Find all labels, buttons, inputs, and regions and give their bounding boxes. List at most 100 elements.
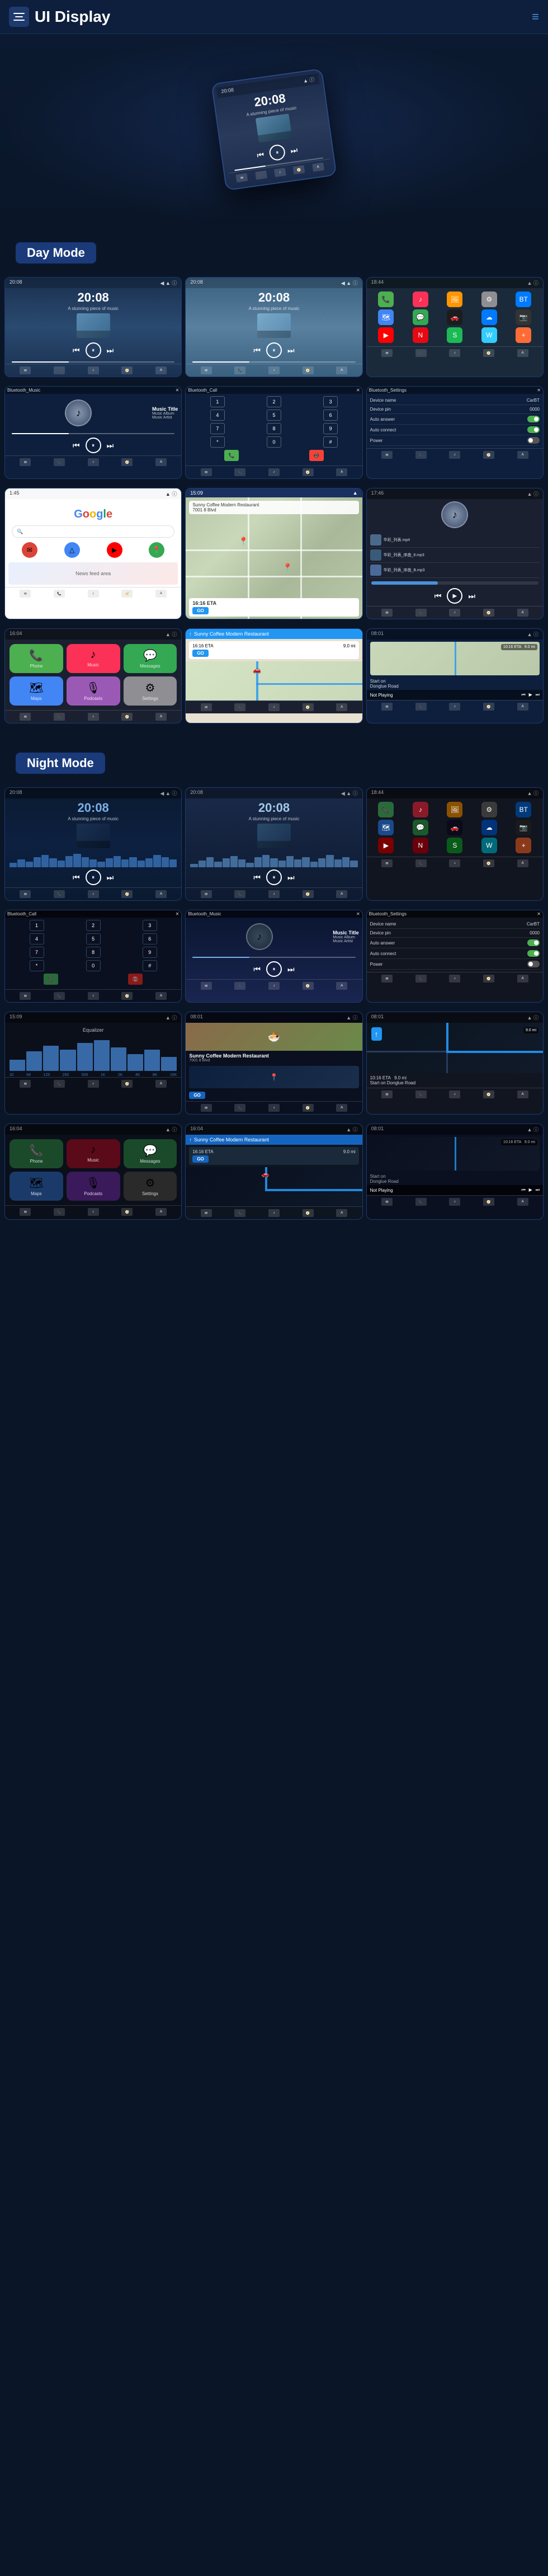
dbc-1[interactable]: 1 <box>210 396 225 407</box>
dbm-play[interactable]: ⏸ <box>86 438 101 453</box>
menu-icon[interactable] <box>9 7 29 27</box>
dg-search-bar[interactable]: 🔍 <box>12 525 174 538</box>
na-bt[interactable]: BT <box>516 802 531 817</box>
na-photos[interactable]: 🖼 <box>447 802 462 817</box>
dbc-5[interactable]: 5 <box>267 410 281 421</box>
nbc-hash[interactable]: # <box>143 960 157 971</box>
dbc-3[interactable]: 3 <box>323 396 338 407</box>
da-app-music[interactable]: ♪ <box>413 292 428 307</box>
ncp-messages[interactable]: 💬 Messages <box>124 1139 177 1168</box>
da-app-settings[interactable]: ⚙ <box>481 292 497 307</box>
dbs-ac-toggle[interactable] <box>527 426 540 433</box>
nbc-3[interactable]: 3 <box>143 920 157 931</box>
nnt-go[interactable]: GO <box>192 1155 208 1163</box>
nbc-call[interactable]: 📞 <box>44 974 58 985</box>
dnp-play[interactable]: ▶ <box>529 692 532 698</box>
dg-maps[interactable]: 📍 <box>149 542 164 558</box>
ncp-maps[interactable]: 🗺 Maps <box>10 1172 63 1201</box>
da-app-youtube[interactable]: ▶ <box>378 327 394 343</box>
nbc-8[interactable]: 8 <box>86 947 101 958</box>
na-camera[interactable]: 📷 <box>516 820 531 835</box>
nbc-9[interactable]: 9 <box>143 947 157 958</box>
da-app-weather[interactable]: ☁ <box>481 309 497 325</box>
na-maps[interactable]: 🗺 <box>378 820 394 835</box>
dbc-call[interactable]: 📞 <box>224 450 239 461</box>
ncp-settings[interactable]: ⚙ Settings <box>124 1172 177 1201</box>
da-app-photos[interactable]: 🖼 <box>447 292 462 307</box>
nbc-5[interactable]: 5 <box>86 933 101 944</box>
nbc-4[interactable]: 4 <box>30 933 44 944</box>
nf-go[interactable]: GO <box>189 1092 205 1099</box>
nbs-power-toggle[interactable] <box>527 961 540 967</box>
dcp-music[interactable]: ♪ Music <box>67 644 120 673</box>
dbs-aa-toggle[interactable] <box>527 416 540 422</box>
wave-bar <box>114 856 121 867</box>
na-netflix[interactable]: N <box>413 838 428 853</box>
nm1-play[interactable]: ⏸ <box>86 869 101 885</box>
dbc-8[interactable]: 8 <box>267 423 281 434</box>
da-app-extra[interactable]: + <box>516 327 531 343</box>
dbc-hash[interactable]: # <box>323 436 338 448</box>
nbc-1[interactable]: 1 <box>30 920 44 931</box>
dbc-2[interactable]: 2 <box>267 396 281 407</box>
da-app-netflix[interactable]: N <box>413 327 428 343</box>
dbc-0[interactable]: 0 <box>267 436 281 448</box>
ncp-podcasts[interactable]: 🎙 Podcasts <box>67 1172 120 1201</box>
dbc-6[interactable]: 6 <box>323 410 338 421</box>
nbc-7[interactable]: 7 <box>30 947 44 958</box>
dso-play[interactable]: ▶ <box>447 588 462 604</box>
da-app-msg[interactable]: 💬 <box>413 309 428 325</box>
da-app-camera[interactable]: 📷 <box>516 309 531 325</box>
dcp-maps[interactable]: 🗺 Maps <box>10 676 63 706</box>
nbs-aa-toggle[interactable] <box>527 939 540 946</box>
da-app-phone[interactable]: 📞 <box>378 292 394 307</box>
nbm-play[interactable]: ⏸ <box>266 961 282 977</box>
na-music[interactable]: ♪ <box>413 802 428 817</box>
nnp-controls: ⏮ ▶ ⏭ <box>521 1187 540 1193</box>
nbc-end[interactable]: 📵 <box>128 974 143 985</box>
na-spotify[interactable]: S <box>447 838 462 853</box>
dbc-9[interactable]: 9 <box>323 423 338 434</box>
ncp-music[interactable]: ♪ Music <box>67 1139 120 1168</box>
ncp-phone[interactable]: 📞 Phone <box>10 1139 63 1168</box>
dbc-4[interactable]: 4 <box>210 410 225 421</box>
nnav-dist-label: 9.0 mi <box>523 1027 538 1033</box>
da-app-car[interactable]: 🚗 <box>447 309 462 325</box>
na-youtube[interactable]: ▶ <box>378 838 394 853</box>
dg-youtube[interactable]: ▶ <box>107 542 122 558</box>
dg-gmail[interactable]: ✉ <box>22 542 37 558</box>
nbs-ac-toggle[interactable] <box>527 950 540 957</box>
da-app-maps[interactable]: 🗺 <box>378 309 394 325</box>
dbc-star[interactable]: * <box>210 436 225 448</box>
dbc-endcall[interactable]: 📵 <box>309 450 324 461</box>
da-app-waze[interactable]: W <box>481 327 497 343</box>
na-weather[interactable]: ☁ <box>481 820 497 835</box>
dg-drive[interactable]: △ <box>64 542 80 558</box>
na-phone[interactable]: 📞 <box>378 802 394 817</box>
dnt-go[interactable]: GO <box>192 650 208 657</box>
da-app-spotify[interactable]: S <box>447 327 462 343</box>
da-app-bt[interactable]: BT <box>516 292 531 307</box>
na-extra[interactable]: + <box>516 838 531 853</box>
na-car[interactable]: 🚗 <box>447 820 462 835</box>
nm2-play[interactable]: ⏸ <box>266 869 282 885</box>
nbc-0[interactable]: 0 <box>86 960 101 971</box>
nbc-6[interactable]: 6 <box>143 933 157 944</box>
dm2-play[interactable]: ⏸ <box>266 342 282 358</box>
dcp-messages[interactable]: 💬 Messages <box>124 644 177 673</box>
dcp-podcasts[interactable]: 🎙 Podcasts <box>67 676 120 706</box>
hero-play-btn[interactable]: ⏸ <box>268 143 286 161</box>
dcp-settings[interactable]: ⚙ Settings <box>124 676 177 706</box>
nnp-play[interactable]: ▶ <box>529 1187 532 1193</box>
dcp-phone[interactable]: 📞 Phone <box>10 644 63 673</box>
na-msg[interactable]: 💬 <box>413 820 428 835</box>
na-waze[interactable]: W <box>481 838 497 853</box>
nbc-star[interactable]: * <box>30 960 44 971</box>
dbs-power-toggle[interactable] <box>527 437 540 444</box>
dbc-7[interactable]: 7 <box>210 423 225 434</box>
dm-go-btn[interactable]: GO <box>192 607 208 614</box>
dm1-play[interactable]: ⏸ <box>86 342 101 358</box>
nav-icon[interactable]: ≡ <box>532 10 539 24</box>
nbc-2[interactable]: 2 <box>86 920 101 931</box>
na-settings[interactable]: ⚙ <box>481 802 497 817</box>
